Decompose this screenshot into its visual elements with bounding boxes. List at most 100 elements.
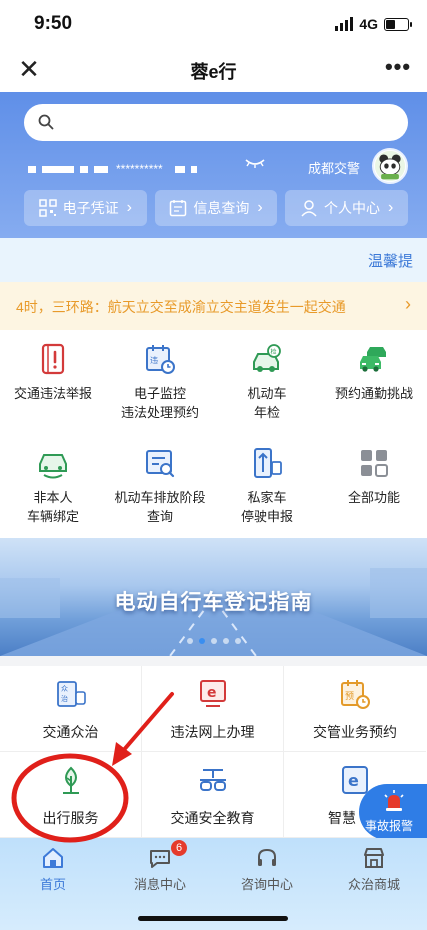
header: ********** 成都交警 电子凭证 › 信息查询 › 个人中心 › [0, 92, 427, 238]
home-indicator [138, 916, 288, 921]
chevron-right-icon: › [388, 199, 394, 216]
accident-report-button[interactable]: 事故报警 [359, 784, 427, 840]
chevron-right-icon: › [405, 294, 411, 314]
tab-messages[interactable]: 6 消息中心 [107, 840, 213, 892]
avatar[interactable] [372, 148, 408, 184]
service-business-appointment[interactable]: 预 交管业务预约 [284, 666, 426, 752]
service-label: 交通众治 [42, 724, 99, 740]
quick-action-personal-center[interactable]: 个人中心 › [285, 190, 409, 226]
e-handle-icon: e [200, 680, 226, 707]
report-icon [41, 343, 65, 375]
status-time: 9:50 [34, 13, 73, 34]
service-label: 出行服务 [42, 810, 99, 826]
grid-all-icon [361, 450, 388, 477]
calendar-search-icon [170, 200, 187, 217]
service-label: 交通安全教育 [170, 810, 255, 826]
status-bar: 9:50 4G [0, 0, 427, 46]
search-icon [38, 114, 54, 130]
org-name[interactable]: 成都交警 [308, 158, 360, 177]
glasses-icon [200, 769, 226, 791]
service-label: 交管业务预约 [313, 724, 397, 740]
more-button[interactable]: ••• [383, 54, 413, 84]
svg-text:e: e [207, 685, 217, 701]
svg-text:检: 检 [271, 348, 277, 356]
home-icon [43, 848, 63, 868]
carousel-dots [0, 638, 427, 644]
svg-text:众: 众 [61, 685, 68, 693]
status-indicators: 4G [335, 16, 412, 32]
quick-actions: 电子凭证 › 信息查询 › 个人中心 › [24, 190, 409, 226]
notice-bar[interactable]: 4时，三环路：航天立交至成渝立交主道发生一起交通 › [0, 282, 427, 330]
chevron-right-icon: › [126, 199, 132, 216]
function-label: 私家车 停驶申报 [240, 490, 293, 524]
function-emission-query[interactable]: 机动车排放阶段 查询 [107, 434, 213, 534]
function-e-monitor-appointment[interactable]: 违 电子监控 违法处理预约 [107, 330, 213, 430]
message-count-badge: 6 [171, 840, 187, 856]
tab-shop[interactable]: 众治商城 [321, 846, 427, 892]
tab-consult[interactable]: 咨询中心 [214, 846, 320, 892]
tab-label: 众治商城 [347, 877, 400, 892]
svg-text:治: 治 [61, 694, 68, 703]
svg-text:预: 预 [345, 691, 354, 702]
tab-label: 首页 [39, 877, 66, 892]
headset-icon [258, 848, 276, 866]
tab-home[interactable]: 首页 [0, 846, 106, 892]
carousel-dot[interactable] [186, 638, 193, 644]
function-vehicle-inspection[interactable]: 检 机动车 年检 [214, 330, 320, 430]
tips-link[interactable]: 温馨提 [368, 250, 413, 271]
shop-icon [364, 848, 384, 868]
quick-action-e-certificate[interactable]: 电子凭证 › [24, 190, 147, 226]
service-traffic-zhongzhi[interactable]: 众 治 交通众治 [0, 666, 142, 752]
function-label: 交通违法举报 [13, 386, 92, 401]
service-online-violation[interactable]: e 违法网上办理 [142, 666, 284, 752]
carousel-dot-active[interactable] [198, 638, 205, 644]
function-grid: 交通违法举报 违 电子监控 违法处理预约 检 机动车 年检 预约通勤挑战 非本人… [0, 330, 427, 538]
eye-closed-icon[interactable] [244, 156, 266, 170]
signal-icon [335, 17, 354, 31]
service-safety-education[interactable]: 交通安全教育 [142, 752, 284, 838]
banner-title: 电动自行车登记指南 [114, 591, 313, 614]
function-private-car-declare[interactable]: 私家车 停驶申报 [214, 434, 320, 534]
page-title: 蓉e行 [190, 62, 237, 82]
search-input[interactable] [24, 104, 408, 141]
network-label: 4G [359, 16, 378, 32]
quick-action-label: 个人中心 [324, 200, 381, 216]
quick-action-label: 电子凭证 [62, 200, 119, 216]
function-label: 非本人 车辆绑定 [26, 490, 79, 524]
chevron-right-icon: › [257, 199, 263, 216]
user-row: ********** 成都交警 [24, 148, 408, 188]
banner-carousel[interactable]: 电动自行车登记指南 [0, 538, 427, 656]
masked-account: ********** [28, 162, 197, 176]
function-label: 电子监控 违法处理预约 [120, 386, 199, 420]
function-all[interactable]: 全部功能 [321, 434, 427, 534]
carousel-dot[interactable] [222, 638, 229, 644]
parking-declare-icon [254, 448, 282, 478]
carousel-dot[interactable] [210, 638, 217, 644]
service-travel[interactable]: 出行服务 [0, 752, 142, 838]
function-commute-challenge[interactable]: 预约通勤挑战 [321, 330, 427, 430]
accident-report-label: 事故报警 [365, 819, 414, 833]
function-vehicle-binding[interactable]: 非本人 车辆绑定 [0, 434, 106, 534]
cars-icon [360, 347, 386, 372]
function-label: 机动车 年检 [247, 386, 287, 420]
battery-icon [384, 17, 412, 31]
notice-text: 4时，三环路：航天立交至成渝立交主道发生一起交通 [16, 299, 346, 315]
carousel-dot[interactable] [234, 638, 241, 644]
car-bind-icon [39, 454, 67, 479]
violation-calendar-icon: 违 [146, 345, 175, 374]
function-traffic-violation-report[interactable]: 交通违法举报 [0, 330, 106, 430]
function-label: 全部功能 [347, 490, 400, 505]
tree-icon [63, 766, 79, 794]
appointment-icon: 预 [341, 680, 370, 709]
masked-stars: ********** [116, 162, 163, 176]
alarm-light-icon [384, 790, 404, 811]
quick-action-label: 信息查询 [193, 200, 250, 216]
car-inspection-icon: 检 [253, 344, 281, 372]
person-icon [301, 200, 317, 217]
message-icon [150, 850, 170, 868]
tips-bar: 温馨提 [0, 238, 427, 282]
svg-text:e: e [348, 771, 359, 790]
function-label: 机动车排放阶段 查询 [114, 490, 206, 524]
tab-label: 咨询中心 [240, 877, 293, 892]
quick-action-info-query[interactable]: 信息查询 › [154, 190, 278, 226]
